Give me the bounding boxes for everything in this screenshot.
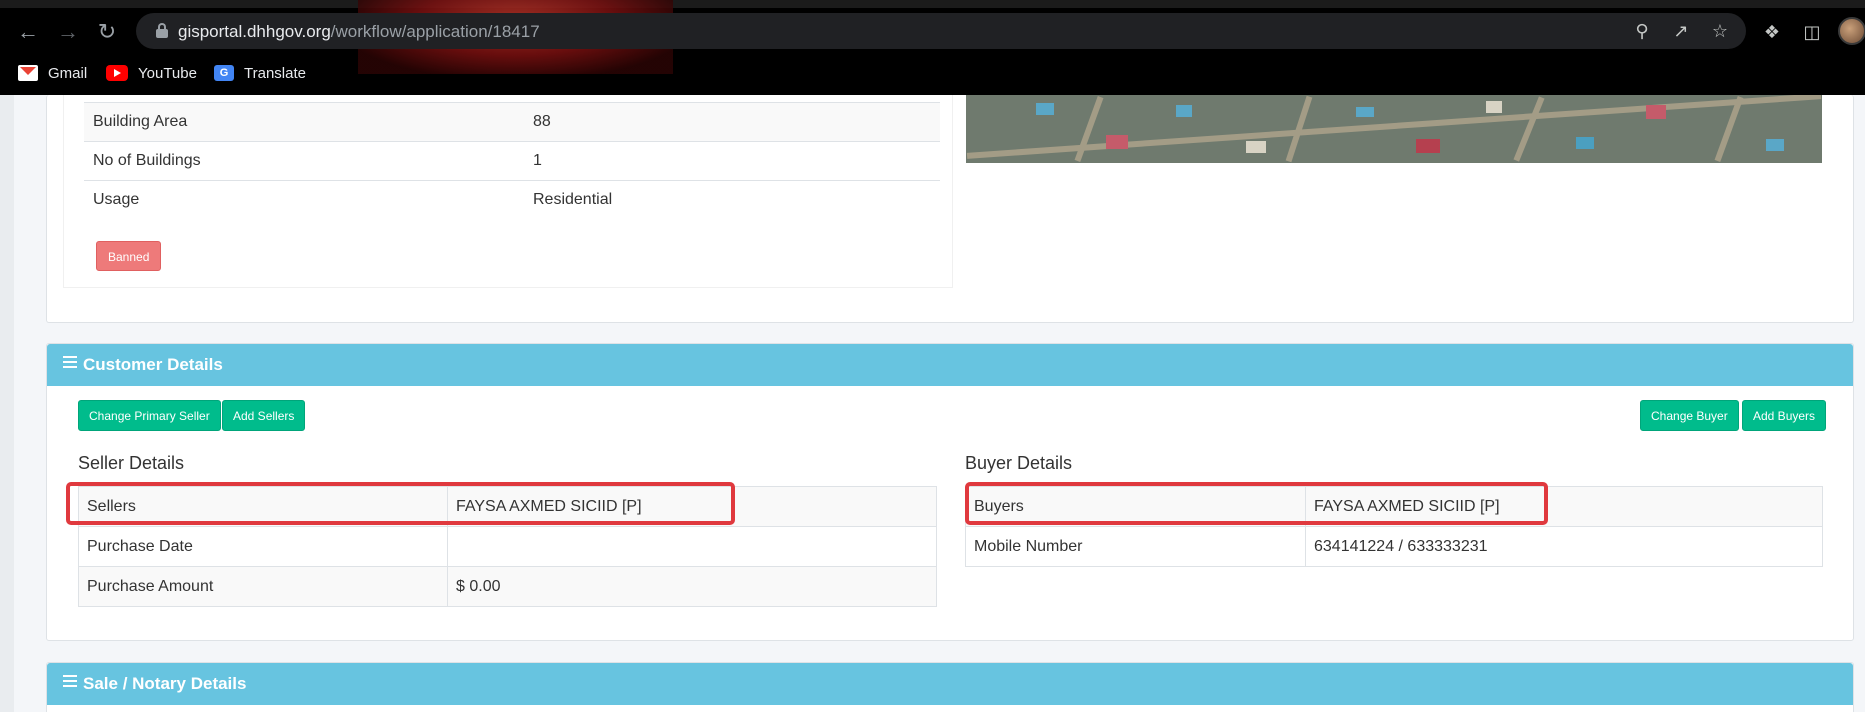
- buyer-details-title: Buyer Details: [965, 453, 1073, 473]
- zoom-icon[interactable]: ⚲: [1630, 19, 1654, 43]
- reload-icon[interactable]: ↻: [93, 18, 121, 46]
- sellers-highlight-box: [66, 482, 735, 525]
- change-buyer-button[interactable]: Change Buyer: [1640, 400, 1739, 431]
- row-label: No of Buildings: [84, 141, 524, 181]
- bookmark-youtube[interactable]: YouTube: [106, 62, 197, 84]
- row-value: Residential: [524, 180, 940, 220]
- table-row: Usage Residential: [84, 180, 940, 220]
- row-value: [447, 526, 937, 567]
- bookmark-label: Translate: [244, 64, 306, 82]
- gmail-icon: [18, 65, 38, 81]
- translate-icon: G: [214, 65, 234, 81]
- table-row: Building Area 88: [84, 102, 940, 142]
- extensions-icon[interactable]: ❖: [1759, 19, 1785, 45]
- list-icon: [63, 356, 77, 370]
- side-panel-icon[interactable]: ◫: [1799, 19, 1825, 45]
- list-icon: [63, 675, 77, 689]
- sidebar-edge: [0, 95, 14, 712]
- forward-icon[interactable]: →: [54, 18, 82, 46]
- sale-notary-card: Sale / Notary Details: [46, 662, 1854, 712]
- change-primary-seller-button[interactable]: Change Primary Seller: [78, 400, 221, 431]
- back-icon[interactable]: ←: [14, 18, 42, 46]
- address-bar[interactable]: gisportal.dhhgov.org/workflow/applicatio…: [136, 13, 1746, 49]
- table-row: Mobile Number 634141224 / 633333231: [965, 526, 1823, 567]
- lock-icon: [156, 23, 168, 38]
- row-label: Purchase Date: [78, 526, 448, 567]
- bookmark-translate[interactable]: G Translate: [214, 62, 306, 84]
- table-row: Purchase Amount $ 0.00: [78, 566, 937, 607]
- buyers-highlight-box: [965, 482, 1548, 525]
- add-sellers-button[interactable]: Add Sellers: [222, 400, 306, 431]
- table-row: Purchase Date: [78, 526, 937, 567]
- property-table: Building Area 88 No of Buildings 1 Usage…: [84, 102, 940, 220]
- add-buyers-button[interactable]: Add Buyers: [1742, 400, 1827, 431]
- banned-badge[interactable]: Banned: [96, 241, 162, 271]
- sale-notary-header: Sale / Notary Details: [47, 663, 1853, 705]
- row-value: 88: [524, 102, 940, 142]
- card-title: Sale / Notary Details: [83, 674, 247, 693]
- property-details-card: Building Area 88 No of Buildings 1 Usage…: [46, 95, 1854, 323]
- row-value: $ 0.00: [447, 566, 937, 607]
- row-label: Purchase Amount: [78, 566, 448, 607]
- row-label: Mobile Number: [965, 526, 1306, 567]
- table-row: No of Buildings 1: [84, 141, 940, 181]
- bookmark-star-icon[interactable]: ☆: [1708, 19, 1732, 43]
- satellite-map[interactable]: [966, 95, 1822, 163]
- profile-avatar[interactable]: [1838, 17, 1865, 45]
- bookmark-label: Gmail: [48, 64, 88, 82]
- seller-details-title: Seller Details: [78, 453, 185, 473]
- customer-details-header: Customer Details: [47, 344, 1853, 386]
- row-value: 634141224 / 633333231: [1305, 526, 1823, 567]
- row-label: Usage: [84, 180, 524, 220]
- bookmark-label: YouTube: [138, 64, 197, 82]
- bookmark-gmail[interactable]: Gmail: [18, 62, 87, 84]
- url-text[interactable]: gisportal.dhhgov.org/workflow/applicatio…: [178, 22, 540, 42]
- property-info-panel: Building Area 88 No of Buildings 1 Usage…: [63, 95, 953, 288]
- browser-chrome: ← → ↻ gisportal.dhhgov.org/workflow/appl…: [0, 0, 1865, 95]
- share-icon[interactable]: ↗: [1669, 19, 1693, 43]
- row-label: Building Area: [84, 102, 524, 142]
- youtube-icon: [106, 65, 128, 81]
- customer-details-card: Customer Details Change Primary Seller A…: [46, 343, 1854, 641]
- card-title: Customer Details: [83, 355, 223, 374]
- row-value: 1: [524, 141, 940, 181]
- tab-strip: [0, 0, 1865, 8]
